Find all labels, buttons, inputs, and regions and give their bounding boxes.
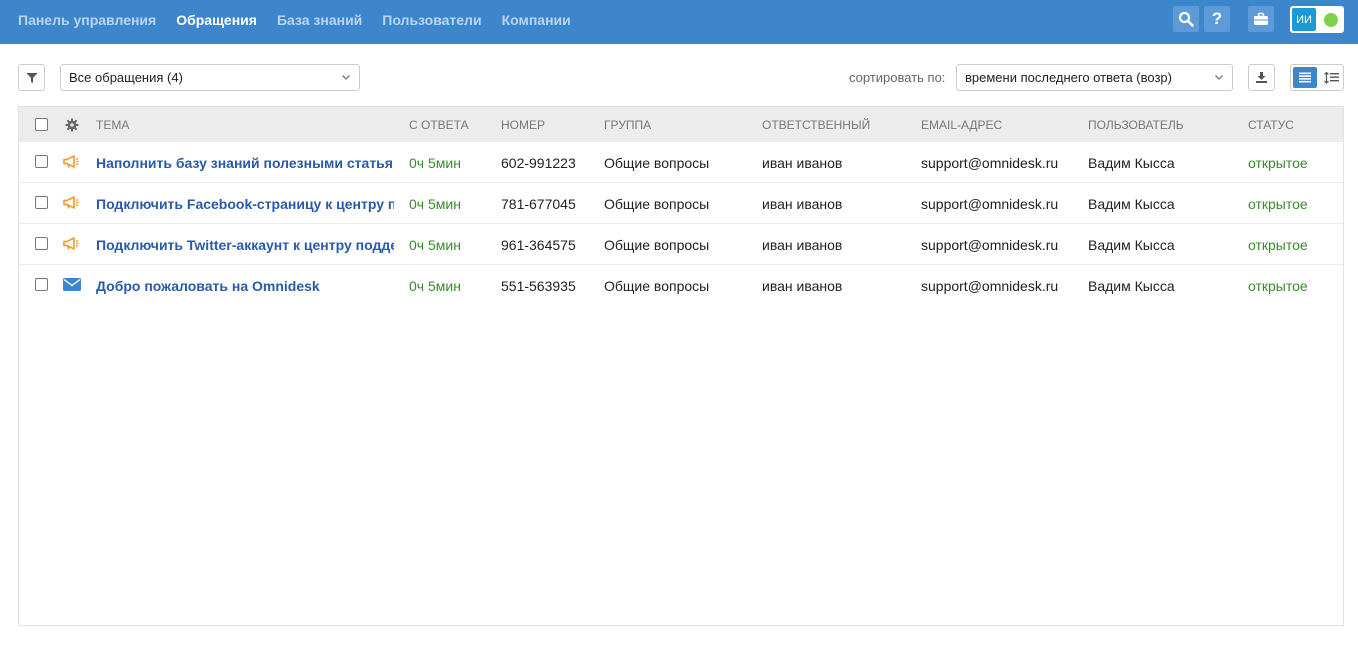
- avatar: ИИ: [1292, 8, 1316, 31]
- ticket-email: support@omnidesk.ru: [921, 196, 1059, 212]
- table-header: ТЕМА С ОТВЕТА НОМЕР ГРУППА ОТВЕТСТВЕННЫЙ…: [19, 107, 1343, 142]
- online-status-indicator: [1324, 12, 1338, 27]
- ticket-status: открытое: [1248, 196, 1308, 212]
- nav-knowledge-base[interactable]: База знаний: [277, 12, 362, 28]
- view-toggle: [1290, 64, 1344, 91]
- search-button[interactable]: [1173, 6, 1199, 32]
- column-header-user[interactable]: ПОЛЬЗОВАТЕЛЬ: [1088, 118, 1184, 132]
- ticket-assignee: иван иванов: [762, 278, 843, 294]
- list-view-button[interactable]: [1293, 67, 1317, 88]
- select-all-checkbox[interactable]: [35, 118, 48, 131]
- table-row[interactable]: Подключить Facebook-страницу к центру по…: [19, 183, 1343, 224]
- ticket-assignee: иван иванов: [762, 196, 843, 212]
- ticket-user: Вадим Кысса: [1088, 237, 1175, 253]
- ticket-email: support@omnidesk.ru: [921, 237, 1059, 253]
- table-row[interactable]: Наполнить базу знаний полезными статьями…: [19, 142, 1343, 183]
- column-header-subject[interactable]: ТЕМА: [96, 118, 129, 132]
- table-row[interactable]: Подключить Twitter-аккаунт к центру подд…: [19, 224, 1343, 265]
- ticket-number: 961-364575: [501, 237, 576, 253]
- nav-companies[interactable]: Компании: [502, 12, 571, 28]
- envelope-icon: [63, 278, 81, 291]
- time-since-reply: 0ч 5мин: [409, 237, 461, 253]
- time-since-reply: 0ч 5мин: [409, 196, 461, 212]
- ticket-status: открытое: [1248, 278, 1308, 294]
- ticket-subject-link[interactable]: Подключить Facebook-страницу к центру по…: [96, 196, 394, 212]
- column-header-email[interactable]: EMAIL-АДРЕС: [921, 118, 1002, 132]
- main-nav: Панель управления Обращения База знаний …: [18, 0, 591, 40]
- briefcase-icon: [1254, 12, 1268, 25]
- compact-view-button[interactable]: [1319, 67, 1343, 88]
- chevron-down-icon: [342, 75, 350, 80]
- help-icon: ?: [1211, 9, 1223, 28]
- ticket-user: Вадим Кысса: [1088, 196, 1175, 212]
- nav-users[interactable]: Пользователи: [382, 12, 481, 28]
- ticket-email: support@omnidesk.ru: [921, 155, 1059, 171]
- sort-select[interactable]: времени последнего ответа (возр): [956, 64, 1233, 91]
- sort-label: сортировать по:: [849, 70, 946, 85]
- tickets-table: ТЕМА С ОТВЕТА НОМЕР ГРУППА ОТВЕТСТВЕННЫЙ…: [18, 106, 1344, 626]
- ticket-subject-link[interactable]: Подключить Twitter-аккаунт к центру подд…: [96, 237, 394, 253]
- ticket-number: 602-991223: [501, 155, 576, 171]
- ticket-status: открытое: [1248, 237, 1308, 253]
- search-icon: [1178, 11, 1194, 27]
- nav-dashboard[interactable]: Панель управления: [18, 12, 156, 28]
- briefcase-button[interactable]: [1248, 6, 1274, 32]
- ticket-subject-link[interactable]: Наполнить базу знаний полезными статьями: [96, 155, 394, 171]
- help-button[interactable]: ?: [1204, 6, 1230, 32]
- megaphone-icon: [63, 196, 79, 209]
- sort-lines-icon: [1323, 71, 1339, 84]
- ticket-assignee: иван иванов: [762, 237, 843, 253]
- ticket-user: Вадим Кысса: [1088, 155, 1175, 171]
- filter-icon: [26, 72, 37, 83]
- column-header-group[interactable]: ГРУППА: [604, 118, 651, 132]
- megaphone-icon: [63, 237, 79, 250]
- time-since-reply: 0ч 5мин: [409, 155, 461, 171]
- ticket-assignee: иван иванов: [762, 155, 843, 171]
- row-checkbox[interactable]: [35, 155, 48, 168]
- sort-value: времени последнего ответа (возр): [965, 70, 1172, 85]
- column-header-assignee[interactable]: ОТВЕТСТВЕННЫЙ: [762, 118, 870, 132]
- gear-icon[interactable]: [65, 118, 79, 132]
- row-checkbox[interactable]: [35, 237, 48, 250]
- ticket-filter-value: Все обращения (4): [69, 70, 183, 85]
- list-view-icon: [1299, 72, 1311, 83]
- nav-tickets[interactable]: Обращения: [176, 12, 257, 28]
- column-header-status[interactable]: СТАТУС: [1248, 118, 1294, 132]
- row-checkbox[interactable]: [35, 278, 48, 291]
- megaphone-icon: [63, 155, 79, 168]
- table-row[interactable]: Добро пожаловать на Omnidesk 0ч 5мин 551…: [19, 265, 1343, 306]
- ticket-number: 551-563935: [501, 278, 576, 294]
- user-menu[interactable]: ИИ: [1290, 6, 1344, 33]
- ticket-group: Общие вопросы: [604, 196, 710, 212]
- ticket-status: открытое: [1248, 155, 1308, 171]
- column-header-since-reply[interactable]: С ОТВЕТА: [409, 118, 469, 132]
- ticket-number: 781-677045: [501, 196, 576, 212]
- chevron-down-icon: [1215, 75, 1223, 80]
- ticket-group: Общие вопросы: [604, 278, 710, 294]
- top-navbar: Панель управления Обращения База знаний …: [0, 0, 1358, 44]
- row-checkbox[interactable]: [35, 196, 48, 209]
- time-since-reply: 0ч 5мин: [409, 278, 461, 294]
- ticket-group: Общие вопросы: [604, 155, 710, 171]
- ticket-group: Общие вопросы: [604, 237, 710, 253]
- ticket-user: Вадим Кысса: [1088, 278, 1175, 294]
- column-header-number[interactable]: НОМЕР: [501, 118, 545, 132]
- ticket-filter-select[interactable]: Все обращения (4): [60, 64, 360, 91]
- filter-button[interactable]: [18, 64, 45, 91]
- download-icon: [1256, 72, 1267, 83]
- ticket-subject-link[interactable]: Добро пожаловать на Omnidesk: [96, 278, 394, 294]
- ticket-email: support@omnidesk.ru: [921, 278, 1059, 294]
- export-button[interactable]: [1248, 64, 1275, 91]
